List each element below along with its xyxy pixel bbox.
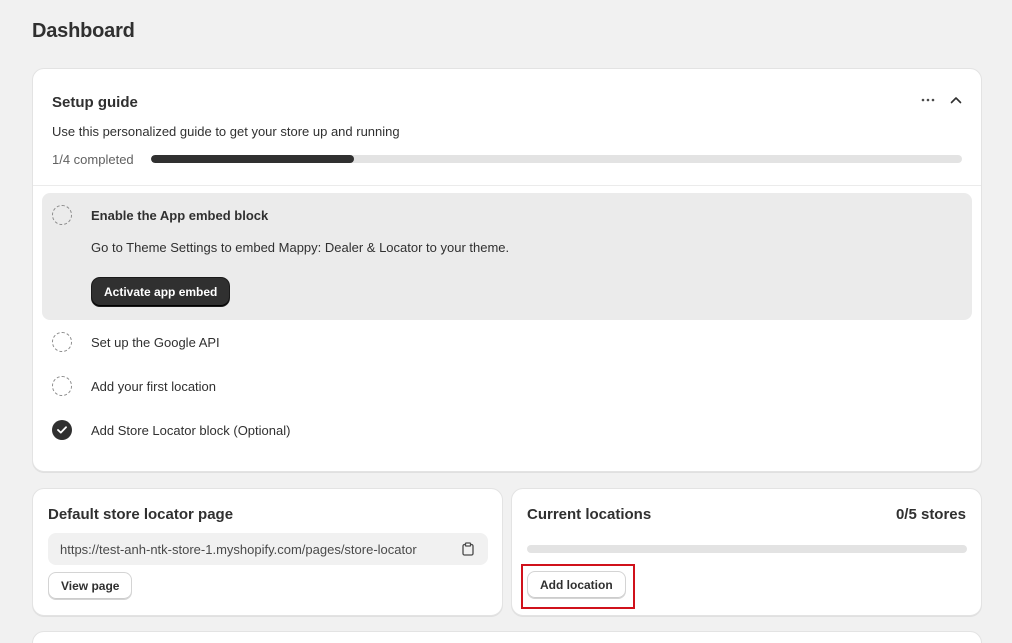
store-locator-page-card: Default store locator page https://test-… (32, 488, 503, 616)
step-incomplete-icon[interactable] (52, 205, 72, 225)
activate-app-embed-button[interactable]: Activate app embed (92, 278, 230, 306)
step-title[interactable]: Add your first location (91, 379, 216, 394)
add-location-button[interactable]: Add location (527, 571, 626, 599)
step-description: Go to Theme Settings to embed Mappy: Dea… (91, 240, 510, 255)
setup-guide-title: Setup guide (52, 94, 138, 111)
next-card (32, 631, 982, 643)
store-locator-url-field[interactable]: https://test-anh-ntk-store-1.myshopify.c… (48, 533, 488, 565)
store-locator-url: https://test-anh-ntk-store-1.myshopify.c… (60, 541, 417, 557)
setup-guide-card: Setup guide Use this personalized guide … (32, 68, 982, 472)
locations-usage-bar (527, 545, 967, 553)
progress-fill (151, 155, 354, 163)
progress-label: 1/4 completed (52, 151, 134, 167)
card-title: Default store locator page (48, 506, 234, 523)
clipboard-icon[interactable] (460, 541, 476, 557)
setup-progress: 1/4 completed (52, 151, 962, 167)
view-page-button[interactable]: View page (48, 572, 133, 600)
stores-count: 0/5 stores (895, 506, 966, 523)
step-incomplete-icon[interactable] (52, 332, 72, 352)
step-title[interactable]: Set up the Google API (91, 335, 220, 350)
current-locations-card: Current locations 0/5 stores Add locatio… (511, 488, 982, 616)
step-incomplete-icon[interactable] (52, 376, 72, 396)
step-title[interactable]: Add Store Locator block (Optional) (91, 423, 290, 438)
divider (33, 185, 981, 186)
setup-guide-actions (921, 93, 963, 107)
progress-bar (151, 155, 962, 163)
page-title: Dashboard (32, 20, 135, 42)
checkmark-icon[interactable] (52, 420, 72, 440)
ellipsis-icon[interactable] (921, 93, 935, 107)
setup-guide-description: Use this personalized guide to get your … (52, 124, 400, 139)
step-title: Enable the App embed block (91, 208, 269, 223)
chevron-up-icon[interactable] (949, 93, 963, 107)
card-title: Current locations (527, 506, 652, 523)
